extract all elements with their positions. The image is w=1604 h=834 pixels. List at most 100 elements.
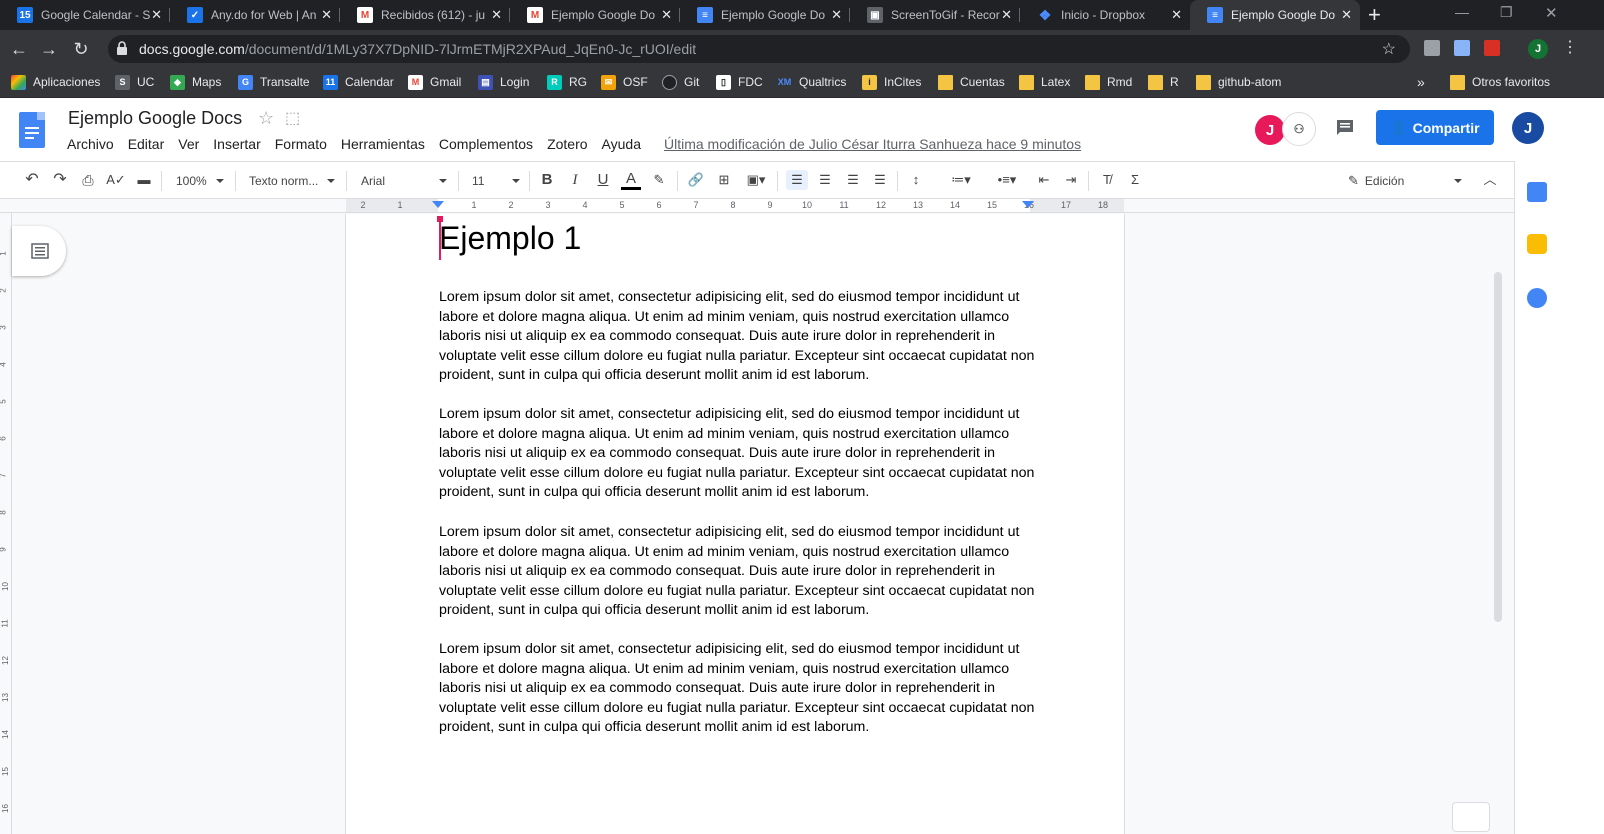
editing-mode-select[interactable]: ✎ Edición [1348,170,1462,192]
menu-editar[interactable]: Editar [121,136,172,152]
text-color-icon[interactable]: A [621,170,641,190]
bookmark-folder[interactable]: github-atom [1196,73,1281,91]
left-indent-marker[interactable] [432,201,444,208]
add-comment-icon[interactable]: ⊞ [714,170,734,190]
menu-zotero[interactable]: Zotero [540,136,594,152]
browser-tab[interactable]: M Recibidos (612) - ju ✕ [340,0,510,30]
bookmark-item[interactable]: i InCites [862,73,921,91]
browser-menu-icon[interactable]: ⋮ [1562,37,1578,57]
document-page[interactable]: Ejemplo 1 Lorem ipsum dolor sit amet, co… [346,214,1124,834]
equation-icon[interactable]: Σ [1125,170,1145,190]
close-window-button[interactable]: ✕ [1545,4,1558,22]
print-icon[interactable]: ⎙ [78,170,98,190]
zoom-select[interactable]: 100% [176,170,224,192]
font-select[interactable]: Arial [361,170,447,192]
move-to-folder-icon[interactable]: ⬚ [285,108,300,128]
new-tab-button[interactable]: + [1368,2,1381,28]
menu-ver[interactable]: Ver [171,136,206,152]
bookmark-item[interactable]: R RG [547,73,587,91]
browser-tab[interactable]: ▣ ScreenToGif - Recor ✕ [850,0,1020,30]
bookmark-item[interactable]: ◆ Maps [170,73,221,91]
bookmark-item[interactable]: G Transalte [238,73,310,91]
close-tab-icon[interactable]: ✕ [151,7,162,23]
extension-h-icon[interactable] [1424,40,1440,56]
italic-icon[interactable]: I [565,170,585,190]
paragraph[interactable]: Lorem ipsum dolor sit amet, consectetur … [439,523,1035,621]
extension-doc-icon[interactable] [1454,40,1470,56]
bookmark-item[interactable]: 11 Calendar [323,73,394,91]
menu-insertar[interactable]: Insertar [206,136,267,152]
collaborators-icon[interactable]: ⚇ [1282,112,1316,146]
bookmark-item[interactable]: ▤ Login [478,73,529,91]
menu-ayuda[interactable]: Ayuda [595,136,648,152]
close-tab-icon[interactable]: ✕ [661,7,672,23]
bookmark-item[interactable]: Aplicaciones [11,73,100,91]
collaborator-avatar[interactable]: J [1255,115,1285,145]
address-bar[interactable]: docs.google.com/document/d/1MLy37X7DpNID… [108,35,1410,63]
calendar-icon[interactable] [1527,182,1547,202]
star-icon[interactable]: ☆ [258,108,274,129]
undo-icon[interactable]: ↶ [22,170,42,190]
other-bookmarks-folder[interactable]: Otros favoritos [1450,73,1550,91]
bookmark-folder[interactable]: R [1148,73,1179,91]
close-tab-icon[interactable]: ✕ [321,7,332,23]
bookmark-item[interactable]: Git [662,73,699,91]
account-avatar[interactable]: J [1512,112,1544,144]
menu-formato[interactable]: Formato [268,136,334,152]
close-tab-icon[interactable]: ✕ [491,7,502,23]
redo-icon[interactable]: ↷ [50,170,70,190]
browser-tab-active[interactable]: ≡ Ejemplo Google Do ✕ [1190,0,1360,30]
bold-icon[interactable]: B [537,170,557,190]
paragraph[interactable]: Lorem ipsum dolor sit amet, consectetur … [439,405,1035,503]
document-outline-button[interactable] [12,226,66,276]
extension-pdf-icon[interactable] [1484,40,1500,56]
bookmark-item[interactable]: ▯ FDC [716,73,763,91]
tasks-icon[interactable] [1527,288,1547,308]
paragraph[interactable]: Lorem ipsum dolor sit amet, consectetur … [439,640,1035,738]
clear-formatting-icon[interactable]: T̸ [1097,170,1117,190]
close-tab-icon[interactable]: ✕ [831,7,842,23]
close-tab-icon[interactable]: ✕ [1341,7,1352,23]
document-heading[interactable]: Ejemplo 1 [439,220,581,257]
comments-icon[interactable] [1335,118,1355,138]
align-right-icon[interactable]: ☰ [843,170,863,190]
restore-button[interactable]: ❐ [1500,4,1513,21]
bookmark-folder[interactable]: Latex [1019,73,1070,91]
bookmark-item[interactable]: XM Qualtrics [777,73,847,91]
reload-button[interactable]: ↻ [70,38,92,60]
align-justify-icon[interactable]: ☰ [870,170,890,190]
keep-icon[interactable] [1527,234,1547,254]
bookmark-item[interactable]: M Gmail [408,73,461,91]
last-edit-link[interactable]: Última modificación de Julio César Iturr… [664,136,1081,152]
close-tab-icon[interactable]: ✕ [1001,7,1012,23]
highlight-icon[interactable]: ✎ [649,170,669,190]
font-size-select[interactable]: 11 [472,170,520,192]
chevron-up-icon[interactable]: ︿ [1480,170,1500,190]
forward-button[interactable]: → [38,38,60,60]
style-select[interactable]: Texto norm... [249,170,335,192]
browser-tab[interactable]: M Ejemplo Google Do ✕ [510,0,680,30]
explore-button[interactable] [1452,802,1490,832]
bulleted-list-icon[interactable]: •≡▾ [990,170,1024,190]
bookmark-item[interactable]: ✉ OSF [601,73,648,91]
menu-complementos[interactable]: Complementos [432,136,540,152]
link-icon[interactable]: 🔗 [686,170,706,190]
decrease-indent-icon[interactable]: ⇤ [1034,170,1054,190]
paint-format-icon[interactable]: ▬ [134,170,154,190]
underline-icon[interactable]: U [593,170,613,190]
spellcheck-icon[interactable]: A✓ [106,170,126,190]
increase-indent-icon[interactable]: ⇥ [1061,170,1081,190]
more-bookmarks-button[interactable]: » [1417,73,1425,91]
align-center-icon[interactable]: ☰ [815,170,835,190]
numbered-list-icon[interactable]: ≔▾ [944,170,978,190]
back-button[interactable]: ← [8,38,30,60]
browser-tab[interactable]: ≡ Ejemplo Google Do ✕ [680,0,850,30]
document-title[interactable]: Ejemplo Google Docs [68,108,242,129]
right-indent-marker[interactable] [1022,201,1034,208]
insert-image-icon[interactable]: ▣▾ [741,170,771,190]
bookmark-item[interactable]: S UC [115,73,154,91]
share-button[interactable]: 👤 Compartir [1376,110,1494,145]
profile-avatar[interactable]: J [1528,39,1548,59]
browser-tab[interactable]: ❖ Inicio - Dropbox ✕ [1020,0,1190,30]
bookmark-folder[interactable]: Cuentas [938,73,1005,91]
